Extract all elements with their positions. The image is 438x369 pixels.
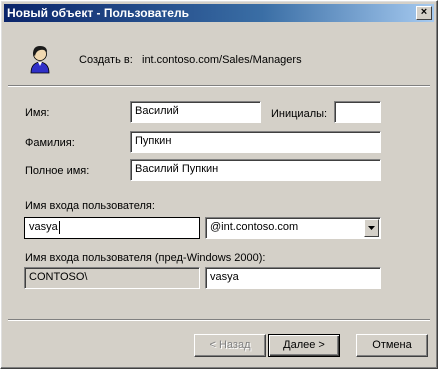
last-name-field[interactable]: Пупкин	[130, 131, 381, 153]
full-name-label: Полное имя:	[25, 165, 90, 177]
logon-name-field[interactable]: vasya	[24, 217, 200, 239]
create-in-label: Создать в:	[79, 54, 133, 66]
pre2000-label: Имя входа пользователя (пред-Windows 200…	[25, 252, 266, 264]
text-caret	[58, 220, 60, 234]
window-title: Новый объект - Пользователь	[7, 6, 189, 20]
logon-name-label: Имя входа пользователя:	[25, 200, 155, 212]
first-name-field[interactable]: Василий	[130, 101, 261, 123]
initials-label: Инициалы:	[271, 108, 328, 120]
user-icon	[30, 46, 50, 74]
next-button[interactable]: Далее >	[268, 334, 340, 357]
last-name-label: Фамилия:	[25, 137, 75, 149]
back-button[interactable]: < Назад	[194, 334, 266, 357]
separator-bottom	[8, 319, 430, 321]
create-in-path: int.contoso.com/Sales/Managers	[142, 54, 302, 66]
chevron-down-icon	[368, 226, 375, 230]
title-bar[interactable]: Новый объект - Пользователь ×	[4, 4, 434, 22]
initials-field[interactable]	[334, 101, 381, 123]
close-button[interactable]: ×	[416, 6, 432, 20]
cancel-button[interactable]: Отмена	[356, 334, 428, 357]
pre2000-logon-field[interactable]: vasya	[205, 267, 381, 289]
logon-name-value: vasya	[29, 221, 58, 233]
pre2000-domain-field: CONTOSO\	[24, 267, 200, 289]
dropdown-button[interactable]	[364, 219, 379, 237]
new-user-dialog: Новый объект - Пользователь × Создать в:…	[0, 0, 438, 369]
separator-top	[8, 85, 430, 87]
upn-suffix-select[interactable]: @int.contoso.com	[205, 217, 381, 239]
upn-suffix-value: @int.contoso.com	[210, 221, 299, 233]
full-name-field[interactable]: Василий Пупкин	[130, 159, 381, 181]
first-name-label: Имя:	[25, 107, 50, 119]
